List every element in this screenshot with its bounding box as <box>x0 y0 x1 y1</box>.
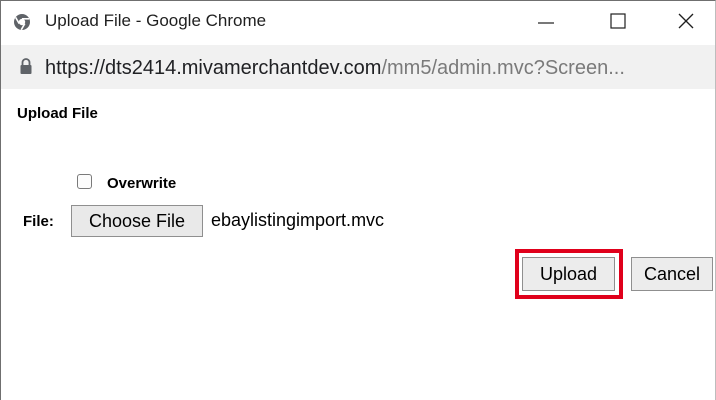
url-host: https://dts2414.mivamerchantdev.com <box>45 57 382 79</box>
overwrite-label[interactable]: Overwrite <box>107 175 176 193</box>
chrome-globe-icon <box>14 14 30 31</box>
close-icon <box>678 13 694 29</box>
browser-popup-window: Upload File - Google Chrome https://dts2… <box>0 0 716 400</box>
url-path: /mm5/admin.mvc?Screen... <box>381 57 625 79</box>
window-title: Upload File - Google Chrome <box>45 11 267 30</box>
page-title: Upload File <box>17 105 98 122</box>
file-label: File: <box>23 213 54 230</box>
address-bar[interactable]: https://dts2414.mivamerchantdev.com/mm5/… <box>1 45 715 89</box>
title-bar[interactable]: Upload File - Google Chrome <box>1 1 715 41</box>
choose-file-button[interactable]: Choose File <box>71 205 203 237</box>
cancel-button[interactable]: Cancel <box>631 257 713 291</box>
minimize-icon <box>538 22 554 24</box>
upload-button[interactable]: Upload <box>522 257 615 291</box>
url-text[interactable]: https://dts2414.mivamerchantdev.com/mm5/… <box>45 56 625 80</box>
maximize-button[interactable] <box>595 1 641 41</box>
minimize-button[interactable] <box>523 1 569 41</box>
close-button[interactable] <box>663 1 709 41</box>
lock-icon <box>20 58 32 74</box>
page-content: Upload File Overwrite File: Choose File … <box>1 89 715 400</box>
overwrite-checkbox[interactable] <box>77 174 92 189</box>
selected-file-name: ebaylistingimport.mvc <box>211 210 385 230</box>
maximize-icon <box>610 13 626 29</box>
